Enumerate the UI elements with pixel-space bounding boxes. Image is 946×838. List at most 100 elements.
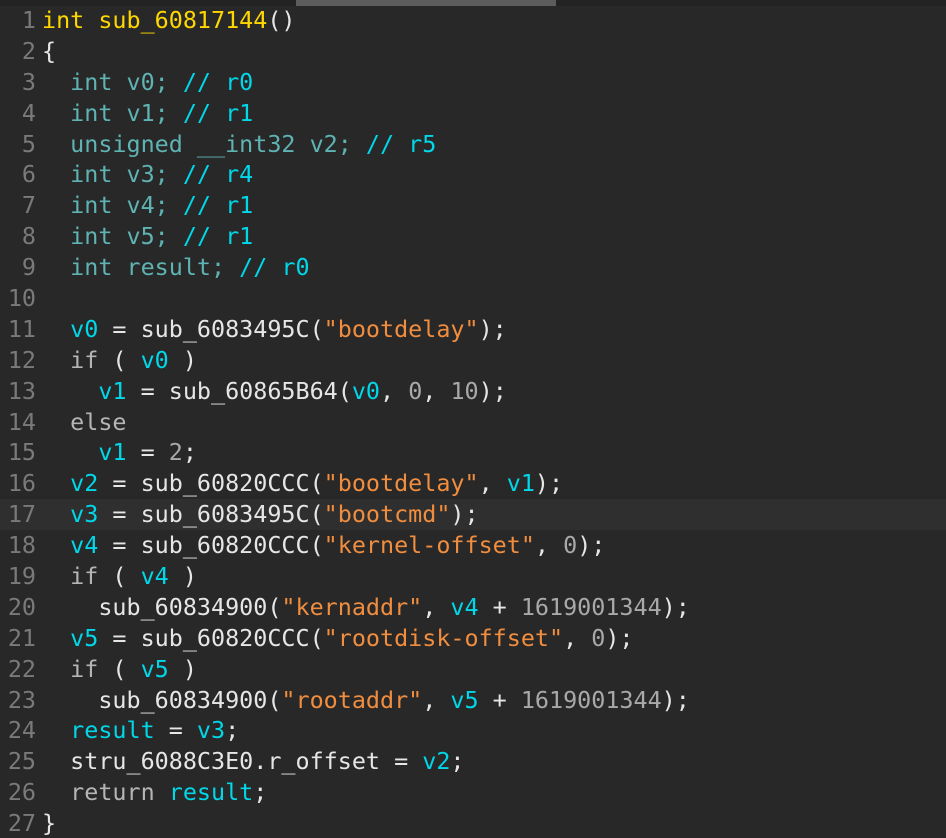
code-text: int result; // r0 [36, 253, 310, 282]
code-line[interactable]: 11 v0 = sub_6083495C("bootdelay"); [0, 314, 946, 345]
code-line[interactable]: 19 if ( v4 ) [0, 561, 946, 592]
code-token: if [70, 345, 99, 374]
code-token: v0 [70, 314, 99, 343]
code-line[interactable]: 10 [0, 283, 946, 314]
line-number: 22 [7, 654, 36, 683]
code-text: if ( v5 ) [36, 655, 197, 683]
line-number: 15 [7, 438, 36, 467]
code-line[interactable]: 26 return result; [0, 777, 946, 808]
line-number: 9 [21, 253, 36, 282]
code-token: // r1 [182, 222, 254, 251]
line-number: 24 [7, 716, 36, 745]
code-token: 2 [168, 438, 183, 467]
code-token: "bootcmd" [323, 500, 451, 529]
line-number: 20 [7, 592, 36, 621]
code-text: v1 = sub_60865B64(v0, 0, 10); [36, 376, 507, 405]
code-line[interactable]: 1 int sub_60817144() [0, 5, 946, 36]
code-token: = sub_60820CCC( [98, 531, 324, 560]
code-line[interactable]: 20 sub_60834900("kernaddr", v4 + 1619001… [0, 592, 946, 623]
code-token: , [563, 623, 592, 652]
line-number: 12 [7, 345, 36, 374]
code-line[interactable]: 22 if ( v5 ) [0, 654, 946, 685]
code-token: ( [98, 654, 141, 683]
code-line[interactable]: 3 int v0; // r0 [0, 67, 946, 98]
code-token: int v1; [70, 98, 183, 127]
code-token: ); [605, 623, 634, 652]
code-line[interactable]: 14 else [0, 407, 946, 438]
code-token: // r0 [182, 67, 254, 96]
code-text: if ( v0 ) [36, 346, 197, 374]
code-line[interactable]: 2{ [0, 36, 946, 67]
code-token: ); [478, 376, 507, 405]
code-line[interactable]: 18 v4 = sub_60820CCC("kernel-offset", 0)… [0, 530, 946, 561]
code-line[interactable]: 6 int v3; // r4 [0, 159, 946, 190]
code-token: 0 [408, 376, 423, 405]
code-token: 0 [591, 623, 606, 652]
line-number: 6 [21, 160, 36, 189]
code-token: = sub_60820CCC( [98, 623, 324, 652]
line-number: 2 [21, 36, 36, 65]
code-token: ) [168, 654, 197, 683]
code-token: ( [98, 562, 141, 591]
line-number: 5 [21, 129, 36, 158]
code-line[interactable]: 5 unsigned __int32 v2; // r5 [0, 129, 946, 160]
code-line[interactable]: 7 int v4; // r1 [0, 190, 946, 221]
line-number: 16 [7, 469, 36, 498]
code-line[interactable]: 12 if ( v0 ) [0, 345, 946, 376]
code-token: + [478, 592, 521, 621]
code-line[interactable]: 24 result = v3; [0, 715, 946, 746]
code-token: v3 [70, 500, 99, 529]
code-token: = sub_60865B64( [126, 376, 352, 405]
code-line[interactable]: 21 v5 = sub_60820CCC("rootdisk-offset", … [0, 623, 946, 654]
pseudocode-editor[interactable]: 1 int sub_60817144() 2{3 int v0; // r0 4 in… [0, 0, 946, 838]
code-line[interactable]: 13 v1 = sub_60865B64(v0, 0, 10); [0, 376, 946, 407]
line-number: 18 [7, 531, 36, 560]
code-text: v0 = sub_6083495C("bootdelay"); [36, 315, 507, 343]
code-token: () [267, 6, 296, 34]
code-area[interactable]: 1 int sub_60817144() 2{3 int v0; // r0 4 in… [0, 5, 946, 838]
code-line[interactable]: 15 v1 = 2; [0, 437, 946, 468]
code-token: "bootdelay" [323, 314, 479, 343]
code-token: int v0; [70, 67, 183, 96]
line-number: 27 [7, 809, 36, 838]
code-token: if [70, 654, 99, 683]
code-token: "kernaddr" [281, 592, 423, 621]
code-token: // r0 [239, 253, 310, 282]
code-token: v5 [140, 654, 169, 683]
code-line[interactable]: 23 sub_60834900("rootaddr", v5 + 1619001… [0, 685, 946, 716]
code-token: v0 [140, 345, 169, 374]
code-text: sub_60834900("rootaddr", v5 + 1619001344… [36, 686, 690, 714]
code-text: v1 = 2; [36, 438, 197, 466]
code-text: return result; [36, 778, 267, 806]
code-text: unsigned __int32 v2; // r5 [36, 130, 436, 158]
code-line[interactable]: 25 stru_6088C3E0.r_offset = v2; [0, 746, 946, 777]
code-token: v1 [98, 438, 127, 467]
line-number: 14 [7, 407, 36, 436]
code-line[interactable]: 27} [0, 808, 946, 838]
code-token: { [42, 36, 57, 65]
code-token: v5 [450, 685, 479, 714]
code-line[interactable]: 8 int v5; // r1 [0, 221, 946, 252]
code-line[interactable]: 9 int result; // r0 [0, 252, 946, 283]
line-number: 4 [21, 98, 36, 127]
line-number: 7 [21, 191, 36, 220]
code-token: sub_60834900( [98, 685, 282, 714]
code-text: int v1; // r1 [36, 99, 253, 127]
line-number: 13 [7, 376, 36, 405]
code-token: , [422, 376, 451, 405]
code-line[interactable]: 16 v2 = sub_60820CCC("bootdelay", v1); [0, 468, 946, 499]
code-line[interactable]: 4 int v1; // r1 [0, 98, 946, 129]
code-line[interactable]: 17 v3 = sub_6083495C("bootcmd"); [0, 499, 946, 531]
line-number: 25 [7, 747, 36, 776]
code-token: 1619001344 [520, 592, 662, 621]
code-token: return [70, 778, 155, 807]
code-token: ); [661, 592, 690, 621]
code-token: , [534, 531, 564, 560]
